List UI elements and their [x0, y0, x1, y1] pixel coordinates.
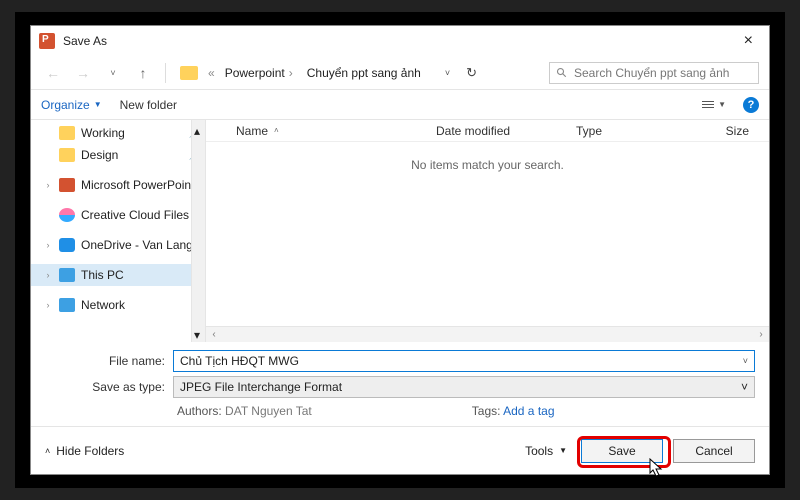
onedrive-icon: [59, 238, 75, 252]
authors-label: Authors:: [177, 404, 222, 418]
empty-message: No items match your search.: [206, 142, 769, 326]
tools-menu[interactable]: Tools ▼: [525, 444, 567, 458]
recent-dropdown[interactable]: ˅: [101, 68, 125, 78]
tree-item-this-pc[interactable]: ›This PC: [31, 264, 205, 286]
breadcrumb-label: Powerpoint: [225, 66, 285, 80]
close-button[interactable]: ×: [736, 30, 761, 52]
savetype-select[interactable]: JPEG File Interchange Format ˅: [173, 376, 755, 398]
path-dropdown[interactable]: ˅: [445, 68, 450, 78]
sidebar-scrollbar[interactable]: ▴▾: [191, 120, 205, 342]
caret-down-icon: ▼: [718, 100, 726, 109]
view-menu[interactable]: ▼: [697, 97, 731, 112]
search-icon: [556, 67, 568, 79]
dialog-title: Save As: [63, 34, 107, 48]
column-headers: Name ˄ Date modified Type Size: [206, 120, 769, 142]
nav-row: ← → ˅ ↑ « Powerpoint› Chuyển ppt sang ản…: [31, 56, 769, 90]
caret-up-icon: ˄: [45, 446, 50, 456]
footer: ˄ Hide Folders Tools ▼ Save Cancel: [31, 426, 769, 474]
pc-icon: [59, 268, 75, 282]
powerpoint-icon: [59, 178, 75, 192]
nav-tree: Working📌 Design📌 ›Microsoft PowerPoint C…: [31, 120, 206, 342]
tree-item[interactable]: ›Microsoft PowerPoint: [31, 174, 205, 196]
search-placeholder: Search Chuyển ppt sang ảnh: [574, 66, 729, 80]
col-name[interactable]: Name ˄: [236, 124, 436, 138]
tree-label: OneDrive - Van Lang: [81, 238, 193, 252]
hide-folders-button[interactable]: ˄ Hide Folders: [45, 444, 124, 458]
tree-label: Microsoft PowerPoint: [81, 178, 194, 192]
folder-icon: [59, 126, 75, 140]
tree-item[interactable]: Design📌: [31, 144, 205, 166]
file-list-pane: Name ˄ Date modified Type Size No items m…: [206, 120, 769, 342]
caret-down-icon: ▼: [94, 100, 102, 109]
save-as-dialog: Save As × ← → ˅ ↑ « Powerpoint› Chuyển p…: [30, 25, 770, 475]
breadcrumb-item[interactable]: Powerpoint›: [221, 64, 297, 82]
up-button[interactable]: ↑: [131, 65, 155, 81]
cancel-button[interactable]: Cancel: [673, 439, 755, 463]
save-button[interactable]: Save: [581, 439, 663, 463]
filename-value: Chủ Tịch HĐQT MWG: [180, 354, 299, 368]
organize-menu[interactable]: Organize ▼: [41, 98, 102, 112]
tree-label: Design: [81, 148, 118, 162]
tools-label: Tools: [525, 444, 553, 458]
tree-item[interactable]: ›OneDrive - Van Lang: [31, 234, 205, 256]
tags-label: Tags:: [472, 404, 501, 418]
tree-item[interactable]: Working📌: [31, 122, 205, 144]
folder-icon: [180, 66, 198, 80]
tree-label: Network: [81, 298, 125, 312]
titlebar: Save As ×: [31, 26, 769, 56]
filename-input[interactable]: Chủ Tịch HĐQT MWG ˅: [173, 350, 755, 372]
search-input[interactable]: Search Chuyển ppt sang ảnh: [549, 62, 759, 84]
list-view-icon: [702, 101, 714, 108]
col-type[interactable]: Type: [576, 124, 676, 138]
filename-label: File name:: [45, 354, 165, 368]
tree-label: This PC: [81, 268, 124, 282]
savetype-value: JPEG File Interchange Format: [180, 380, 342, 394]
creative-cloud-icon: [59, 208, 75, 222]
h-scrollbar[interactable]: ‹›: [206, 326, 769, 342]
sort-caret-icon: ˄: [274, 126, 279, 135]
hide-folders-label: Hide Folders: [56, 444, 124, 458]
tree-item[interactable]: Creative Cloud Files: [31, 204, 205, 226]
breadcrumb-item[interactable]: Chuyển ppt sang ảnh: [303, 64, 425, 82]
breadcrumb-label: Chuyển ppt sang ảnh: [307, 66, 421, 80]
help-button[interactable]: ?: [743, 97, 759, 113]
col-label: Name: [236, 124, 268, 138]
col-size[interactable]: Size: [676, 124, 769, 138]
back-button[interactable]: ←: [41, 65, 65, 81]
tree-label: Working: [81, 126, 125, 140]
dropdown-caret-icon[interactable]: ˅: [741, 380, 748, 394]
save-form: File name: Chủ Tịch HĐQT MWG ˅ Save as t…: [31, 342, 769, 426]
powerpoint-icon: [39, 33, 55, 49]
refresh-button[interactable]: ↻: [466, 65, 477, 81]
crumb-sep-icon: «: [208, 66, 215, 80]
caret-down-icon: ▼: [559, 446, 567, 455]
authors-value[interactable]: DAT Nguyen Tat: [225, 404, 312, 418]
network-icon: [59, 298, 75, 312]
tags-value[interactable]: Add a tag: [503, 404, 554, 418]
organize-label: Organize: [41, 98, 90, 112]
forward-button[interactable]: →: [71, 65, 95, 81]
tree-item[interactable]: ›Network: [31, 294, 205, 316]
savetype-label: Save as type:: [45, 380, 165, 394]
toolbar: Organize ▼ New folder ▼ ?: [31, 90, 769, 120]
tree-label: Creative Cloud Files: [81, 208, 189, 222]
col-date[interactable]: Date modified: [436, 124, 576, 138]
dropdown-caret-icon[interactable]: ˅: [743, 356, 748, 366]
folder-icon: [59, 148, 75, 162]
new-folder-button[interactable]: New folder: [120, 98, 177, 112]
